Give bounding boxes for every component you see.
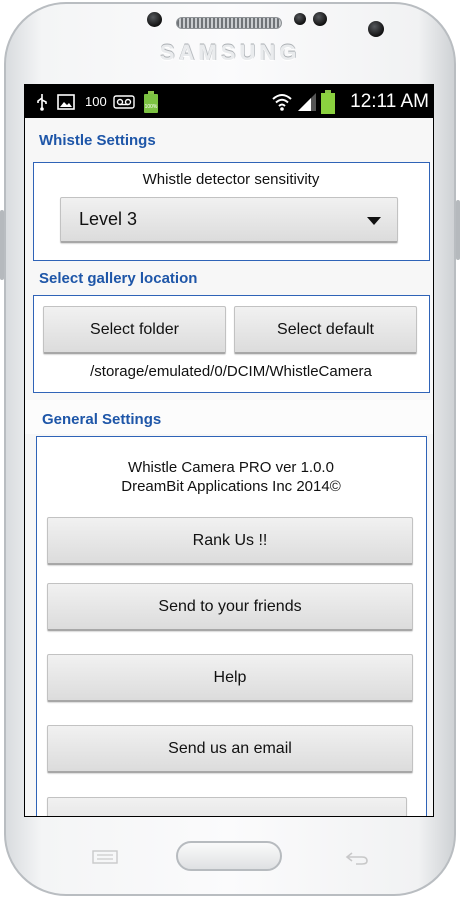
- version-text: Whistle Camera PRO ver 1.0.0: [128, 459, 334, 476]
- light-sensor-icon: [313, 12, 327, 26]
- select-default-button[interactable]: Select default: [234, 306, 417, 354]
- brand-logo: SAMSUNG: [159, 40, 301, 65]
- notification-count: 100: [85, 94, 107, 109]
- select-folder-button[interactable]: Select folder: [43, 306, 226, 354]
- sensitivity-label: Whistle detector sensitivity: [142, 171, 320, 188]
- whistle-panel: Whistle detector sensitivity Level 3: [33, 162, 430, 261]
- sensor-icon: [147, 12, 162, 27]
- earpiece-speaker: [176, 17, 282, 29]
- proximity-sensor-icon: [294, 13, 306, 25]
- send-email-button[interactable]: Send us an email: [47, 725, 413, 773]
- company-text: DreamBit Applications Inc 2014©: [121, 478, 341, 495]
- menu-key-icon[interactable]: [92, 850, 118, 869]
- voicemail-icon: [113, 85, 135, 118]
- sensitivity-value: Level 3: [79, 209, 138, 229]
- clock: 12:11 AM: [350, 90, 429, 112]
- section-title-gallery: Select gallery location: [39, 270, 198, 287]
- screen: 100 100% 12:11 AM Whistle Settings Whist…: [24, 84, 434, 817]
- general-header: General Settings: [25, 400, 433, 434]
- battery-charging-icon: [321, 85, 335, 118]
- image-icon: [57, 85, 75, 118]
- front-camera-icon: [368, 21, 384, 37]
- general-panel: Whistle Camera PRO ver 1.0.0 DreamBit Ap…: [36, 436, 427, 816]
- wifi-icon: [271, 85, 293, 118]
- section-title-general: General Settings: [42, 411, 162, 428]
- home-button[interactable]: [176, 841, 282, 871]
- status-bar: 100 100% 12:11 AM: [25, 85, 433, 118]
- gallery-path: /storage/emulated/0/DCIM/WhistleCamera: [90, 363, 372, 380]
- section-title-whistle: Whistle Settings: [39, 132, 156, 149]
- battery-full-icon: 100%: [143, 85, 159, 118]
- rank-us-button[interactable]: Rank Us !!: [47, 517, 413, 565]
- signal-icon: [297, 85, 317, 118]
- power-button: [456, 200, 460, 260]
- back-key-icon[interactable]: [344, 850, 370, 871]
- send-to-friends-button[interactable]: Send to your friends: [47, 583, 413, 631]
- gallery-panel: Select folder Select default /storage/em…: [33, 295, 430, 393]
- send-email-label: Send us an email: [168, 739, 292, 757]
- chevron-down-icon: [367, 217, 381, 225]
- volume-button: [0, 210, 4, 280]
- help-button[interactable]: Help: [47, 654, 413, 702]
- settings-content: Whistle Settings Whistle detector sensit…: [25, 118, 433, 816]
- sensitivity-dropdown[interactable]: Level 3: [60, 197, 398, 243]
- next-button-partial[interactable]: [47, 797, 407, 816]
- usb-icon: [35, 85, 49, 118]
